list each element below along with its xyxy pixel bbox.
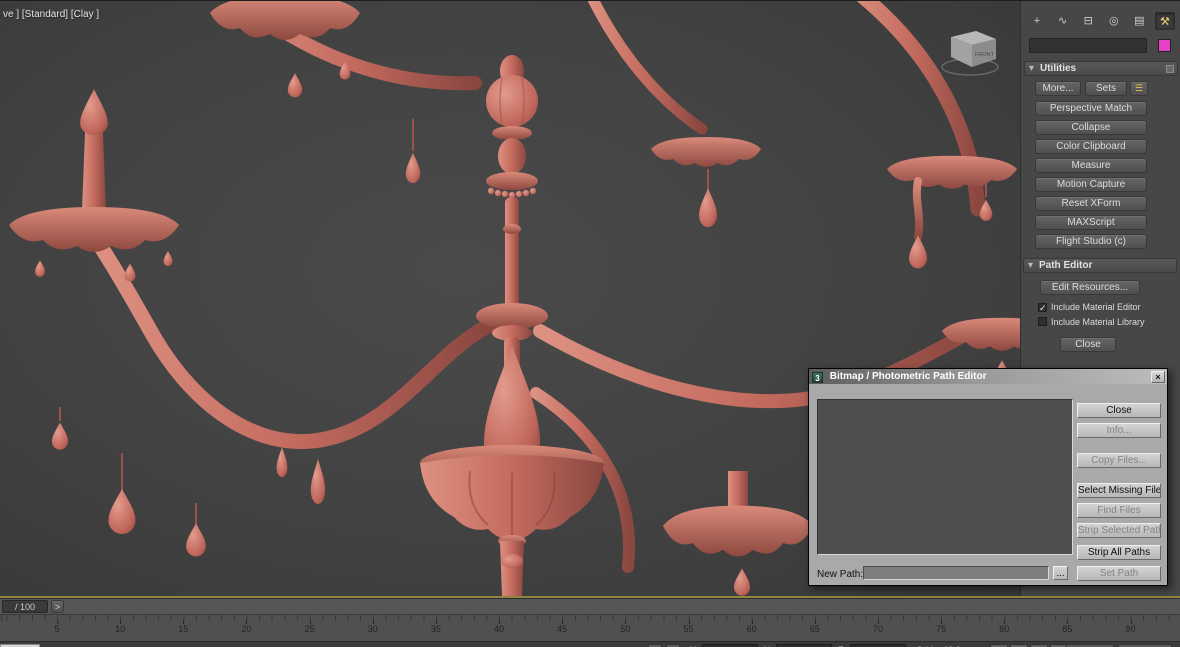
frame-label-20: 20 — [241, 620, 252, 634]
configure-button-sets-icon[interactable]: ☰ — [1130, 81, 1148, 96]
new-path-label: New Path: — [817, 569, 864, 580]
panel-tab-hierarchy-icon[interactable]: ⊟ — [1078, 12, 1098, 30]
strip-all-paths-button[interactable]: Strip All Paths — [1077, 545, 1161, 560]
edit-resources-button[interactable]: Edit Resources... — [1040, 280, 1140, 295]
frame-label-50: 50 — [620, 620, 631, 634]
frame-label-35: 35 — [430, 620, 441, 634]
checkbox-label: Include Material Library — [1051, 317, 1145, 327]
frame-label-45: 45 — [557, 620, 568, 634]
select-missing-files-button[interactable]: Select Missing Files — [1077, 483, 1161, 498]
frame-label-10: 10 — [115, 620, 126, 634]
path-editor-rollout-header[interactable]: Path Editor — [1023, 258, 1177, 273]
frame-label-60: 60 — [746, 620, 757, 634]
frame-label-65: 65 — [809, 620, 820, 634]
path-editor-close-button[interactable]: Close — [1060, 337, 1116, 352]
rollout-menu-icon[interactable] — [1166, 65, 1174, 73]
frame-label-25: 25 — [304, 620, 315, 634]
measure-button[interactable]: Measure — [1035, 158, 1147, 173]
panel-tab-motion-icon[interactable]: ◎ — [1104, 12, 1124, 30]
command-panel-tabs: + ∿ ⊟ ◎ ▤ ⚒ — [1027, 11, 1175, 31]
include-material-editor-checkbox[interactable]: Include Material Editor — [1038, 302, 1168, 314]
viewcube[interactable]: FRONT — [936, 23, 1006, 79]
include-material-library-checkbox[interactable]: Include Material Library — [1038, 317, 1168, 329]
frame-label-80: 80 — [999, 620, 1010, 634]
viewport-shading-label[interactable]: ve ] [Standard] [Clay ] — [3, 9, 99, 20]
close-button[interactable]: Close — [1077, 403, 1161, 418]
checkbox-box[interactable] — [1038, 317, 1047, 326]
maxscript-button[interactable]: MAXScript — [1035, 215, 1147, 230]
utilities-buttons: Perspective Match Collapse Color Clipboard… — [1035, 101, 1147, 253]
utilities-rollout-header[interactable]: Utilities — [1024, 61, 1178, 76]
perspective-match-button[interactable]: Perspective Match — [1035, 101, 1147, 116]
new-path-input[interactable] — [863, 566, 1049, 580]
frame-label-85: 85 — [1062, 620, 1073, 634]
status-bar: X: Y: Z: Grid = 10.0mm |◀◀▶▶| Auto Key S… — [0, 641, 1180, 647]
path-list-box[interactable] — [817, 399, 1073, 555]
frame-label-5: 5 — [54, 620, 60, 634]
sets-button[interactable]: Sets — [1085, 81, 1127, 96]
info-button[interactable]: Info... — [1077, 423, 1161, 438]
time-slider-handle[interactable]: / 100 — [2, 600, 48, 613]
dialog-close-icon[interactable]: × — [1151, 371, 1165, 383]
object-name-field[interactable] — [1029, 38, 1147, 53]
find-files-button[interactable]: Find Files — [1077, 503, 1161, 518]
frame-label-55: 55 — [683, 620, 694, 634]
viewcube-face-label: FRONT — [975, 52, 995, 58]
active-viewport-border — [0, 596, 1180, 598]
strip-selected-paths-button[interactable]: Strip Selected Paths — [1077, 523, 1161, 538]
object-color-swatch[interactable] — [1158, 39, 1171, 52]
next-frame-button[interactable]: > — [51, 600, 64, 613]
3dsmax-window: ve ] [Standard] [Clay ] FRONT + ∿ ⊟ ◎ ▤ … — [0, 0, 1180, 647]
track-bar-ticks — [0, 615, 1180, 621]
copy-files-button[interactable]: Copy Files... — [1077, 453, 1161, 468]
3dsmax-app-icon: 3 — [812, 372, 823, 383]
more-button[interactable]: More... — [1035, 81, 1081, 96]
motion-capture-button[interactable]: Motion Capture — [1035, 177, 1147, 192]
frame-label-70: 70 — [872, 620, 883, 634]
panel-tab-modify-icon[interactable]: ∿ — [1053, 12, 1073, 30]
frame-label-15: 15 — [178, 620, 189, 634]
dialog-title-bar[interactable]: 3 Bitmap / Photometric Path Editor × — [809, 369, 1167, 384]
frame-label-40: 40 — [494, 620, 505, 634]
color-clipboard-button[interactable]: Color Clipboard — [1035, 139, 1147, 154]
time-slider[interactable]: / 100 > — [0, 598, 1180, 614]
set-path-button[interactable]: Set Path — [1077, 566, 1161, 581]
dialog-title: Bitmap / Photometric Path Editor — [829, 371, 987, 382]
utilities-rollout-title: Utilities — [1040, 63, 1077, 74]
panel-tab-utilities-icon[interactable]: ⚒ — [1154, 12, 1175, 30]
collapse-button[interactable]: Collapse — [1035, 120, 1147, 135]
panel-tab-display-icon[interactable]: ▤ — [1129, 12, 1149, 30]
checkbox-label: Include Material Editor — [1051, 302, 1141, 312]
panel-tab-create-icon[interactable]: + — [1027, 12, 1047, 30]
frame-label-75: 75 — [936, 620, 947, 634]
flight-studio-c-button[interactable]: Flight Studio (c) — [1035, 234, 1147, 249]
frame-label-30: 30 — [367, 620, 378, 634]
checkbox-box[interactable] — [1038, 303, 1047, 312]
reset-xform-button[interactable]: Reset XForm — [1035, 196, 1147, 211]
bitmap-photometric-path-editor-dialog: 3 Bitmap / Photometric Path Editor × Clo… — [808, 368, 1168, 586]
path-editor-rollout-title: Path Editor — [1039, 260, 1093, 271]
track-bar[interactable]: 5 10 15 20 25 30 35 40 45 50 55 60 65 70 75 80 85 90 — [0, 614, 1180, 641]
frame-label-90: 90 — [1125, 620, 1136, 634]
browse-button[interactable]: ... — [1053, 566, 1068, 580]
